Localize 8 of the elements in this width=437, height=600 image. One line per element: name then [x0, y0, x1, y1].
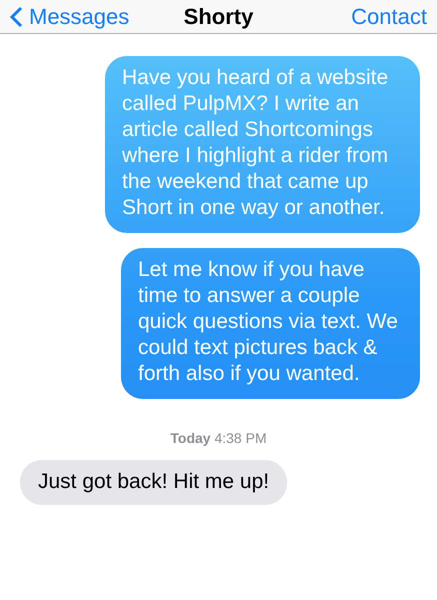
back-link[interactable]: Messages [10, 4, 130, 30]
received-message-bubble: Just got back! Hit me up! [20, 460, 288, 505]
sent-message-bubble: Let me know if you have time to answer a couple quick questions via text. We could text pictures back & forth also if you wanted. [121, 248, 420, 399]
contact-name: Shorty [184, 4, 254, 30]
chevron-left-icon [10, 6, 23, 28]
message-timestamp: Today 4:38 PM [169, 430, 268, 446]
sent-message-bubble: Have you heard of a website called PulpMX? I write an article called Shortcomings where I highlight a rider from the weekend that came up Short in one way or another. [105, 56, 420, 233]
contact-link[interactable]: Contact [351, 4, 427, 30]
